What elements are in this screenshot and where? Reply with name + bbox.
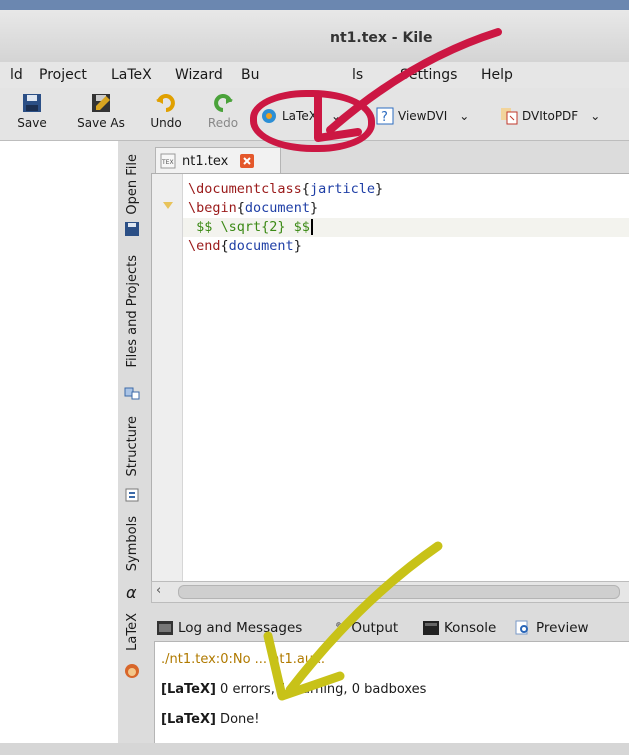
yellow-arrow-shaft: [285, 541, 443, 695]
red-arrow-head: [314, 92, 362, 142]
annotation-arrows: [263, 28, 502, 701]
red-arrow-shaft: [326, 28, 502, 134]
